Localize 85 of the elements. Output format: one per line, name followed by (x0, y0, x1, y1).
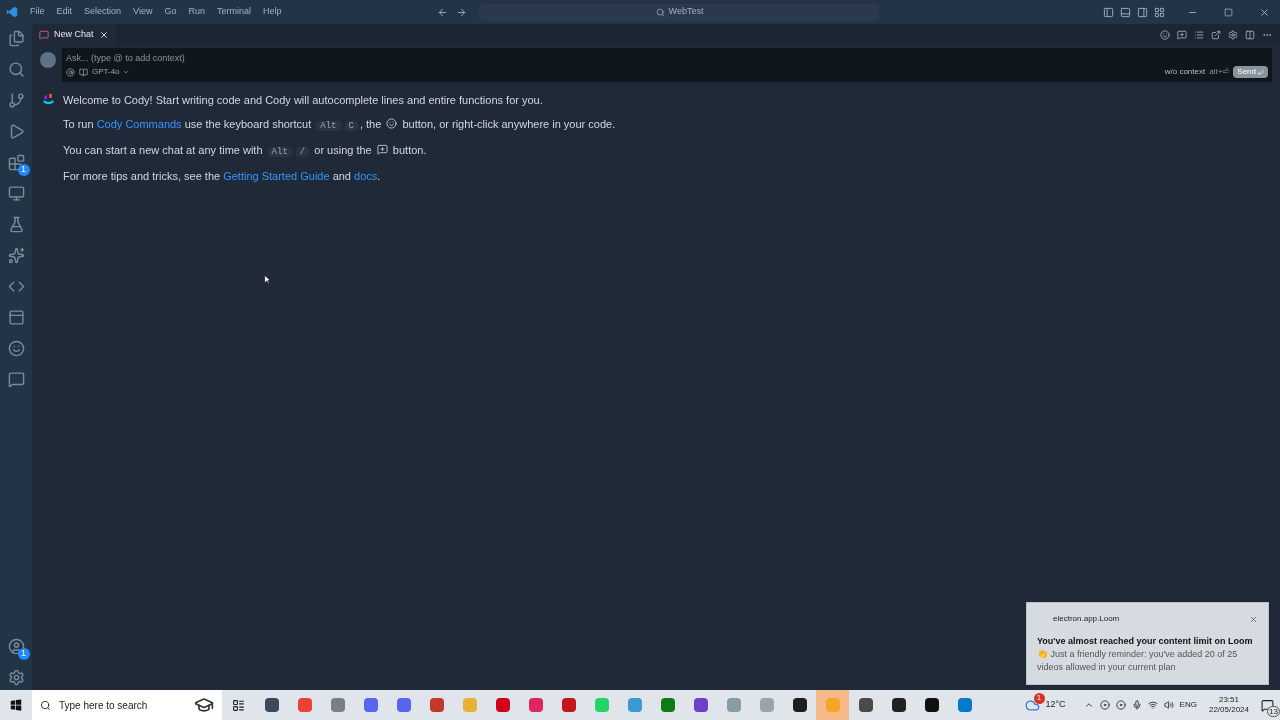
link[interactable]: Getting Started Guide (223, 170, 330, 182)
avatar (40, 52, 56, 68)
menu-item[interactable]: Selection (78, 5, 128, 19)
open-editor-icon[interactable] (1211, 30, 1221, 40)
weather-icon[interactable] (1024, 697, 1040, 713)
chat-icon (39, 30, 49, 40)
tray-icon[interactable] (1115, 700, 1126, 710)
network-icon[interactable] (1147, 700, 1158, 710)
menu-item[interactable]: View (127, 5, 159, 19)
smile-icon[interactable] (1160, 30, 1170, 40)
notification-title: You've almost reached your content limit on Loom (1037, 635, 1254, 648)
chat-message: You can start a new chat at any time with Alt / or using the button. (63, 143, 428, 159)
back-icon[interactable] (437, 6, 449, 18)
new-chat-icon (376, 144, 388, 155)
mention-icon[interactable] (66, 67, 75, 77)
flask-icon[interactable] (7, 216, 25, 233)
mouse-cursor-icon (264, 274, 271, 285)
layout-icon[interactable] (1120, 6, 1131, 18)
keyboard-key: C (344, 121, 358, 131)
placeholder-text: Ask... (type @ to add context) (66, 51, 186, 65)
history-icon[interactable] (1194, 30, 1204, 40)
smile-icon (386, 118, 398, 129)
monitor-icon[interactable] (7, 185, 25, 202)
chat-icon[interactable] (7, 371, 25, 388)
extensions-icon[interactable] (7, 154, 25, 171)
settings-icon[interactable] (7, 669, 25, 686)
close-icon[interactable] (1259, 6, 1270, 18)
record-icon[interactable] (1099, 700, 1110, 710)
search-icon[interactable] (7, 61, 25, 78)
keyboard-key: Alt (316, 121, 341, 131)
editor-tab[interactable]: New Chat (32, 24, 116, 46)
notification-source: electron.app.Loom (1053, 613, 1120, 625)
menu-item[interactable]: Help (256, 5, 288, 19)
menu-item[interactable]: Terminal (210, 5, 257, 19)
branch-icon[interactable] (7, 92, 25, 109)
badge: 1 (17, 648, 30, 660)
graduation-cap-icon (194, 695, 214, 715)
new-chat-icon[interactable] (1177, 30, 1187, 40)
search-field[interactable]: WebTest (479, 3, 880, 21)
keyboard-key: Alt (267, 147, 292, 157)
split-icon[interactable] (1245, 30, 1255, 40)
maximize-icon[interactable] (1224, 7, 1233, 17)
search-icon (40, 699, 51, 711)
task-view-icon[interactable] (232, 698, 245, 712)
settings-icon[interactable] (1228, 30, 1238, 40)
badge: 1 (17, 164, 30, 176)
cody-icon[interactable] (7, 340, 25, 357)
forward-icon[interactable] (456, 6, 468, 18)
chat-message: For more tips and tricks, see the Getting Started Guide and docs. (63, 169, 382, 184)
taskbar-search-field[interactable]: Type here to search (32, 690, 222, 720)
badge: 13 (1267, 705, 1280, 717)
tray-expand-icon[interactable] (1083, 700, 1094, 710)
language-indicator[interactable]: ENG (1179, 699, 1197, 711)
chat-input[interactable]: Ask... (type @ to add context) GPT-4o w/o context alt+⏎ Send (62, 48, 1272, 82)
shortcut-hint: alt+⏎ (1209, 66, 1230, 79)
start-icon[interactable] (10, 699, 22, 711)
menu-item[interactable]: Run (182, 5, 211, 19)
layout-icon[interactable] (1103, 6, 1114, 18)
layout-icon[interactable] (1154, 6, 1165, 18)
layout-icon[interactable] (1137, 6, 1148, 18)
notification-body: 👏 Just a friendly reminder: you've added 20 of 25 videos allowed in your current plan (1037, 648, 1239, 674)
sparkle-icon[interactable] (7, 247, 25, 264)
account-icon[interactable] (7, 638, 25, 655)
chat-message: To run Cody Commands use the keyboard shortcut Alt C , the button, or right-click anywhere in your code. (63, 117, 616, 133)
clock[interactable]: 23:51 22/05/2024 (1208, 695, 1249, 715)
link[interactable]: Cody Commands (96, 118, 182, 130)
panel-icon[interactable] (7, 309, 25, 326)
search-icon (655, 7, 665, 17)
microphone-icon[interactable] (1131, 700, 1142, 710)
cody-logo-icon (42, 93, 55, 106)
files-icon[interactable] (7, 30, 25, 47)
book-icon[interactable] (79, 67, 88, 77)
context-hint: w/o context (1164, 66, 1206, 79)
menu-item[interactable]: File (24, 5, 51, 19)
temperature: 12°C (1045, 698, 1066, 712)
model-selector[interactable]: GPT-4o (92, 66, 130, 79)
volume-icon[interactable] (1163, 700, 1174, 710)
menu-item[interactable]: Edit (50, 5, 79, 19)
badge: 1 (1033, 692, 1045, 704)
close-icon[interactable] (98, 30, 109, 40)
app-logo-icon (6, 6, 18, 18)
enter-icon (1257, 68, 1264, 76)
chat-message: Welcome to Cody! Start writing code and Cody will autocomplete lines and entire functions for you. (63, 93, 544, 108)
keyboard-key: / (295, 147, 310, 157)
menu-item[interactable]: Go (158, 5, 183, 19)
